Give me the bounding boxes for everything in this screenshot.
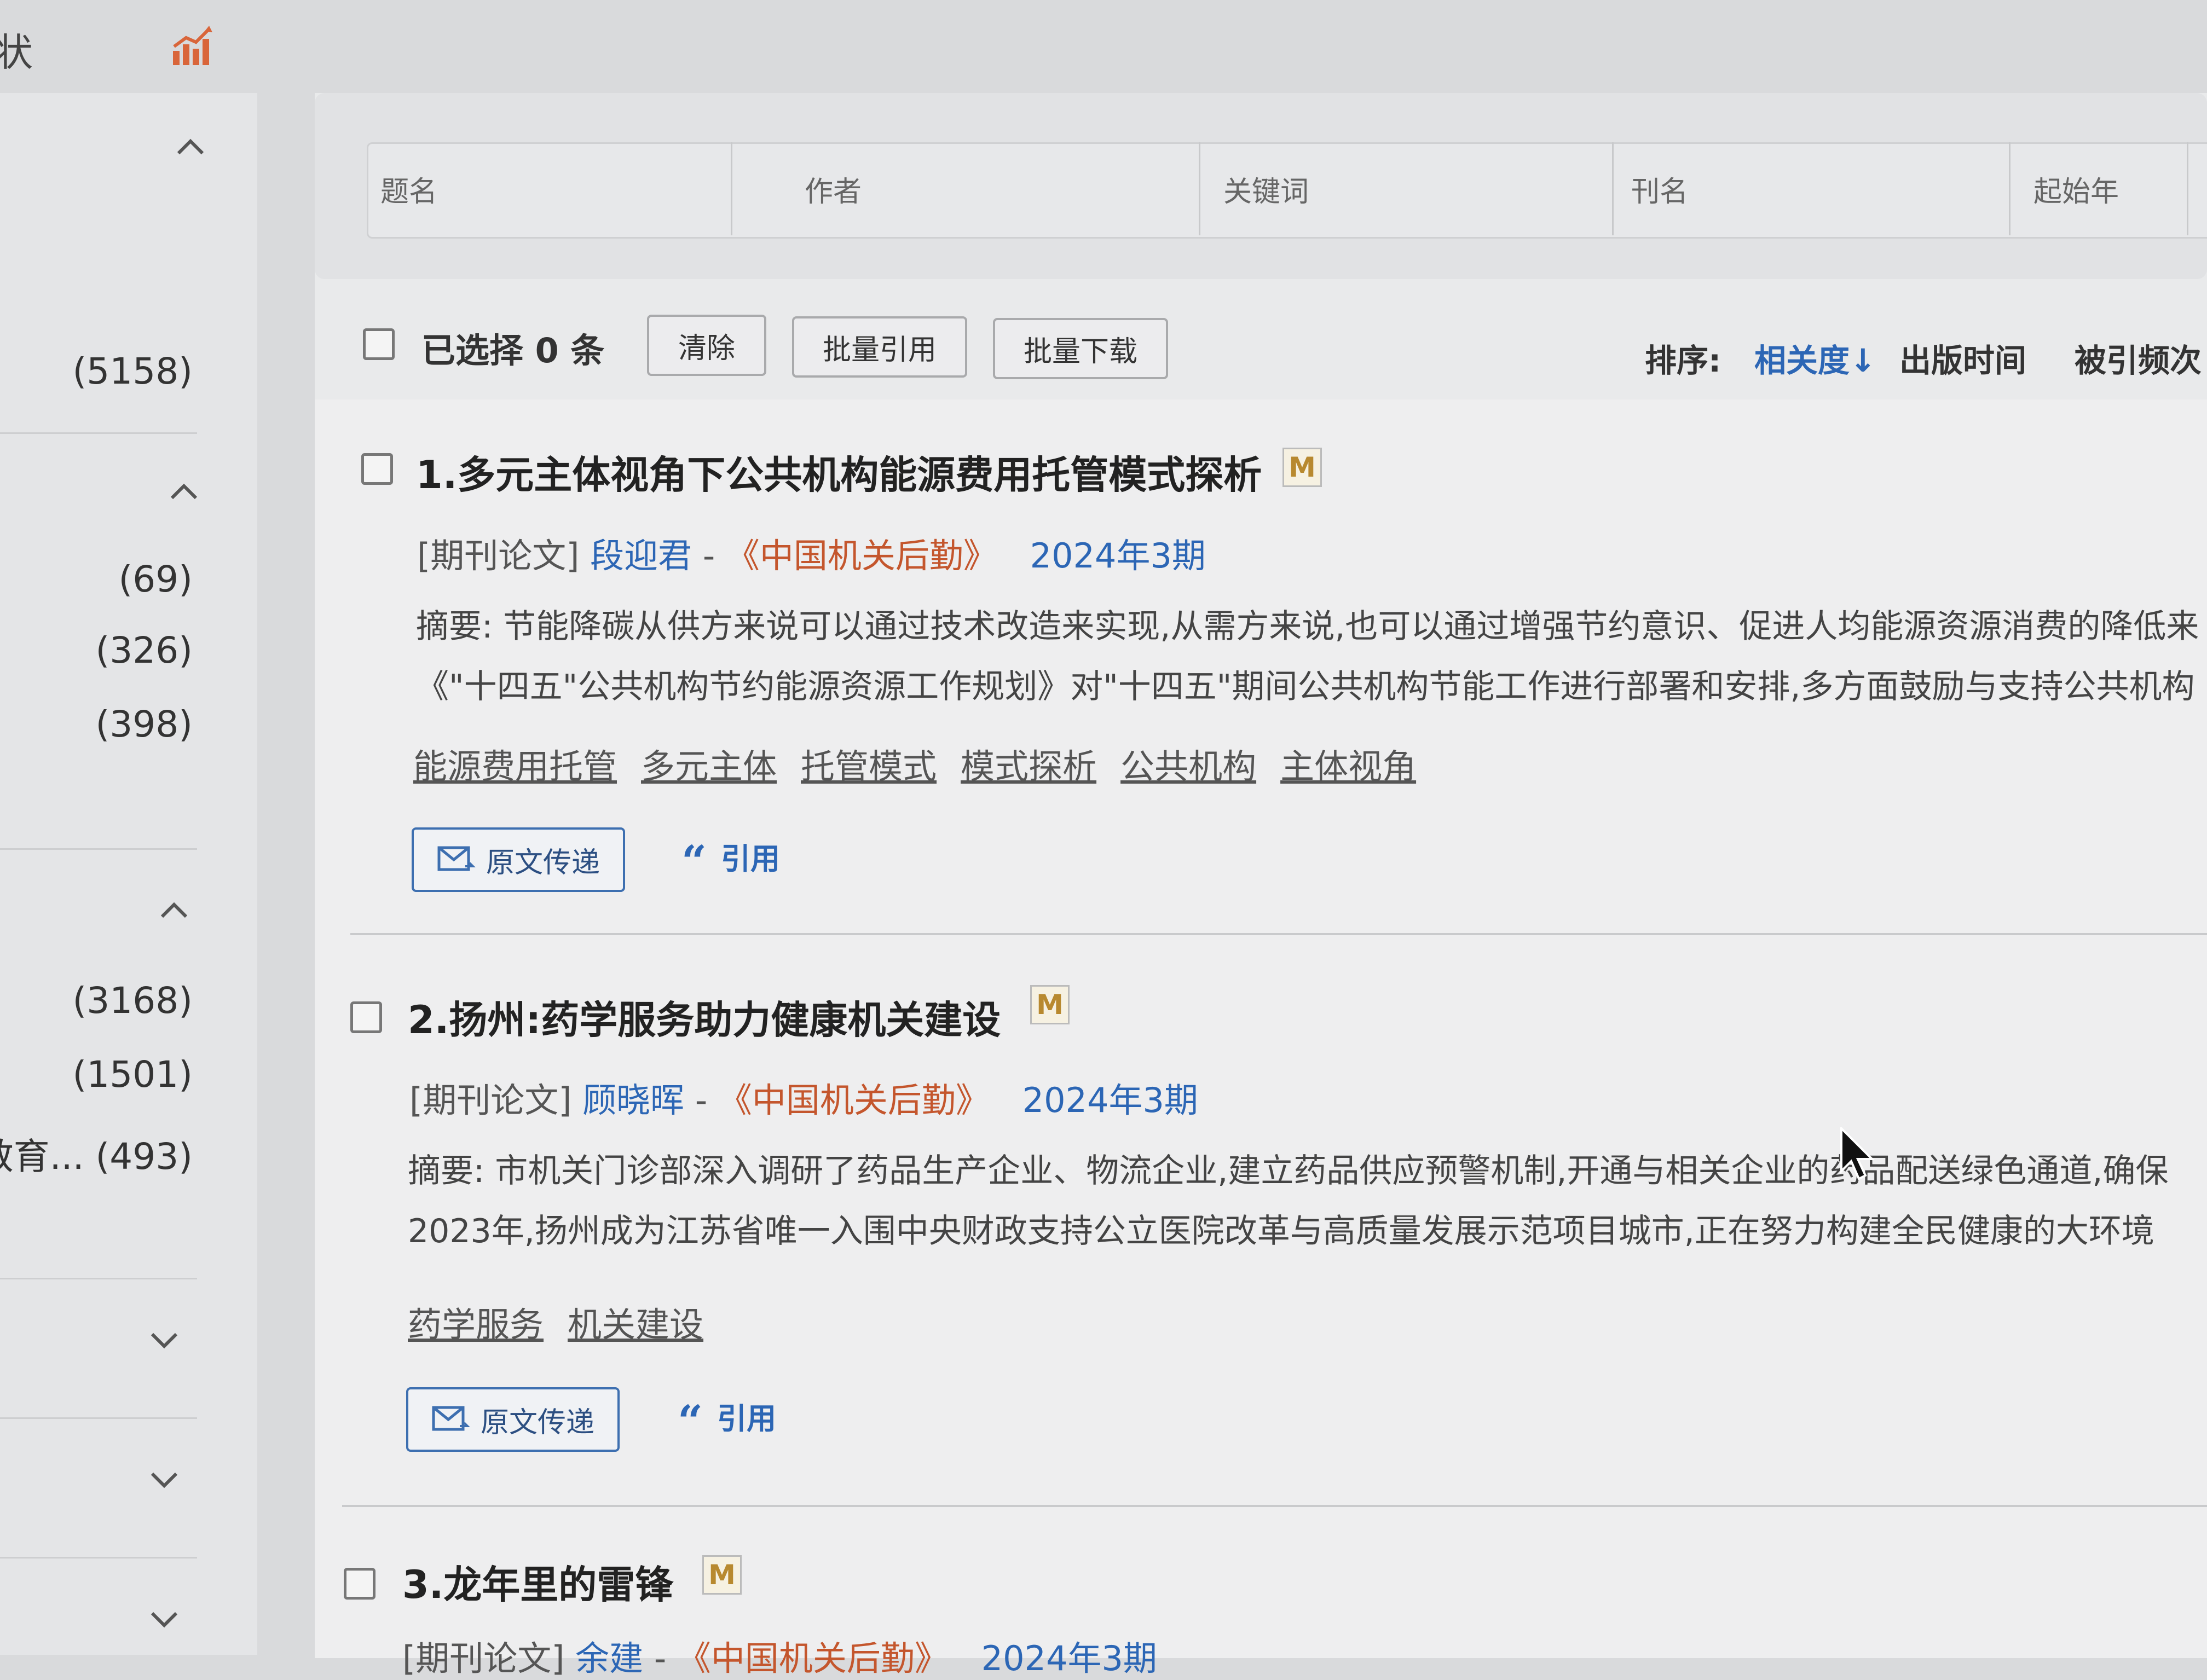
result-meta: [期刊论文] 段迎君 - 《中国机关后勤》 2024年3期 [417, 528, 1206, 577]
sort-label: 排序: [1645, 342, 1721, 379]
search-field-label: 起始年 [2033, 175, 2119, 208]
keyword-link[interactable]: 主体视角 [1280, 746, 1416, 786]
m-badge-icon: M [1282, 448, 1322, 487]
keyword-link[interactable]: 托管模式 [801, 746, 937, 786]
filter-count[interactable]: (398) [96, 703, 193, 745]
journal-link[interactable]: 《中国机关后勤》 [726, 536, 997, 576]
filter-count[interactable]: (3168) [73, 980, 193, 1022]
clear-button[interactable]: 清除 [647, 315, 766, 376]
cite-button[interactable]: “ 引用 [678, 1394, 776, 1447]
keyword-link[interactable]: 机关建设 [568, 1305, 703, 1345]
sidebar-divider [0, 848, 197, 850]
stats-chart-icon[interactable] [170, 25, 213, 68]
search-field-label: 题名 [380, 175, 438, 208]
abstract-line: 2023年,扬州成为江苏省唯一入围中央财政支持公立医院改革与高质量发展示范项目城… [408, 1212, 2154, 1250]
abstract-line: 摘要: 节能降碳从供方来说可以通过技术改造来实现,从需方来说,也可以通过增强节约… [416, 607, 2199, 646]
issue-link[interactable]: 2024年3期 [1022, 1080, 1198, 1120]
issue-link[interactable]: 2024年3期 [1030, 536, 1206, 576]
sidebar-divider [0, 432, 197, 434]
meta-separator: - [692, 536, 726, 576]
cite-button[interactable]: “ 引用 [681, 835, 780, 887]
doc-type: [期刊论文] [402, 1638, 565, 1678]
result-divider [350, 933, 2207, 935]
result-title[interactable]: 3.龙年里的雷锋 [402, 1554, 673, 1609]
meta-separator: - [684, 1080, 718, 1120]
m-badge-icon: M [702, 1555, 742, 1595]
result-meta: [期刊论文] 顾晓晖 - 《中国机关后勤》 2024年3期 [409, 1073, 1198, 1122]
journal-link[interactable]: 《中国机关后勤》 [677, 1638, 949, 1678]
search-field-journal[interactable]: 刊名 [1631, 142, 2010, 235]
select-all-checkbox[interactable] [363, 328, 395, 360]
sort-publish-time[interactable]: 出版时间 [1899, 335, 2026, 381]
search-field-start-year[interactable]: 起始年 [2033, 142, 2188, 235]
collapse-chevron-up-icon[interactable] [159, 895, 189, 925]
m-badge-icon: M [1030, 985, 1070, 1024]
abstract-line: 摘要: 市机关门诊部深入调研了药品生产企业、物流企业,建立药品供应预警机制,开通… [408, 1152, 2169, 1190]
expand-chevron-down-icon[interactable] [149, 1324, 180, 1355]
cite-label: 引用 [717, 1401, 777, 1436]
doc-type: [期刊论文] [409, 1080, 572, 1120]
fulltext-delivery-button[interactable]: 原文传递 [412, 827, 625, 892]
author-link[interactable]: 余建 [575, 1638, 643, 1678]
sidebar-top-label: 状 [0, 30, 33, 75]
search-field-label: 作者 [805, 175, 862, 208]
search-field-keyword[interactable]: 关键词 [1223, 142, 1614, 235]
issue-link[interactable]: 2024年3期 [981, 1638, 1157, 1678]
search-field-title[interactable]: 题名 [380, 142, 732, 235]
mail-send-icon [437, 846, 476, 871]
selected-count-label: 已选择 0 条 [421, 331, 605, 370]
search-field-author[interactable]: 作者 [805, 142, 1200, 235]
filter-count[interactable]: (5158) [73, 350, 193, 392]
filter-count[interactable]: (326) [96, 629, 193, 671]
filter-count[interactable]: (69) [119, 558, 193, 600]
sidebar-divider [0, 1278, 197, 1279]
keyword-link[interactable]: 能源费用托管 [413, 746, 617, 786]
author-link[interactable]: 顾晓晖 [582, 1080, 684, 1120]
result-checkbox[interactable] [350, 1001, 382, 1033]
result-abstract: 摘要: 节能降碳从供方来说可以通过技术改造来实现,从需方来说,也可以通过增强节约… [416, 596, 2199, 717]
search-field-label: 刊名 [1631, 175, 1689, 208]
journal-link[interactable]: 《中国机关后勤》 [718, 1080, 990, 1120]
filter-sidebar [0, 93, 257, 1655]
keyword-link[interactable]: 模式探析 [961, 746, 1096, 786]
meta-separator: - [643, 1638, 677, 1678]
result-checkbox[interactable] [361, 453, 393, 485]
fulltext-delivery-label: 原文传递 [480, 1406, 594, 1439]
result-title[interactable]: 1.多元主体视角下公共机构能源费用托管模式探析 [416, 444, 1262, 500]
quote-icon: “ [678, 1395, 703, 1447]
expand-chevron-down-icon[interactable] [149, 1603, 180, 1634]
search-field-label: 关键词 [1223, 175, 1309, 208]
result-divider [342, 1505, 2207, 1507]
fulltext-delivery-button[interactable]: 原文传递 [406, 1387, 620, 1452]
keyword-link[interactable]: 多元主体 [641, 746, 777, 786]
quote-icon: “ [681, 836, 707, 887]
batch-download-button[interactable]: 批量下载 [993, 318, 1168, 379]
batch-cite-button[interactable]: 批量引用 [792, 316, 967, 378]
doc-type: [期刊论文] [417, 536, 580, 576]
result-meta: [期刊论文] 余建 - 《中国机关后勤》 2024年3期 [402, 1631, 1157, 1680]
collapse-chevron-up-icon[interactable] [175, 131, 206, 162]
author-link[interactable]: 段迎君 [590, 536, 692, 576]
sidebar-divider [0, 1417, 197, 1419]
keyword-link[interactable]: 药学服务 [408, 1305, 544, 1345]
keyword-link[interactable]: 公共机构 [1120, 746, 1256, 786]
sort-cited[interactable]: 被引频次 [2075, 335, 2202, 381]
advanced-search-panel: 题名 作者 关键词 刊名 起始年 [315, 93, 2207, 279]
sidebar-divider [0, 1557, 197, 1559]
expand-chevron-down-icon[interactable] [149, 1464, 180, 1494]
mouse-cursor-icon [1840, 1127, 1875, 1180]
fulltext-delivery-label: 原文传递 [486, 846, 600, 879]
keyword-list: 药学服务 机关建设 [408, 1297, 727, 1346]
result-title[interactable]: 2.扬州:药学服务助力健康机关建设 [408, 989, 1001, 1045]
filter-count[interactable]: 教育... (493) [0, 1127, 193, 1180]
result-abstract: 摘要: 市机关门诊部深入调研了药品生产企业、物流企业,建立药品供应预警机制,开通… [408, 1141, 2169, 1261]
mail-send-icon [432, 1406, 470, 1431]
sort-relevance[interactable]: 相关度↓ [1754, 335, 1876, 381]
result-checkbox[interactable] [344, 1568, 375, 1600]
collapse-chevron-up-icon[interactable] [169, 476, 199, 507]
keyword-list: 能源费用托管 多元主体 托管模式 模式探析 公共机构 主体视角 [413, 739, 1440, 788]
abstract-line: 《"十四五"公共机构节约能源资源工作规划》对"十四五"期间公共机构节能工作进行部… [416, 668, 2195, 706]
cite-label: 引用 [721, 842, 781, 876]
filter-count[interactable]: (1501) [73, 1053, 193, 1096]
